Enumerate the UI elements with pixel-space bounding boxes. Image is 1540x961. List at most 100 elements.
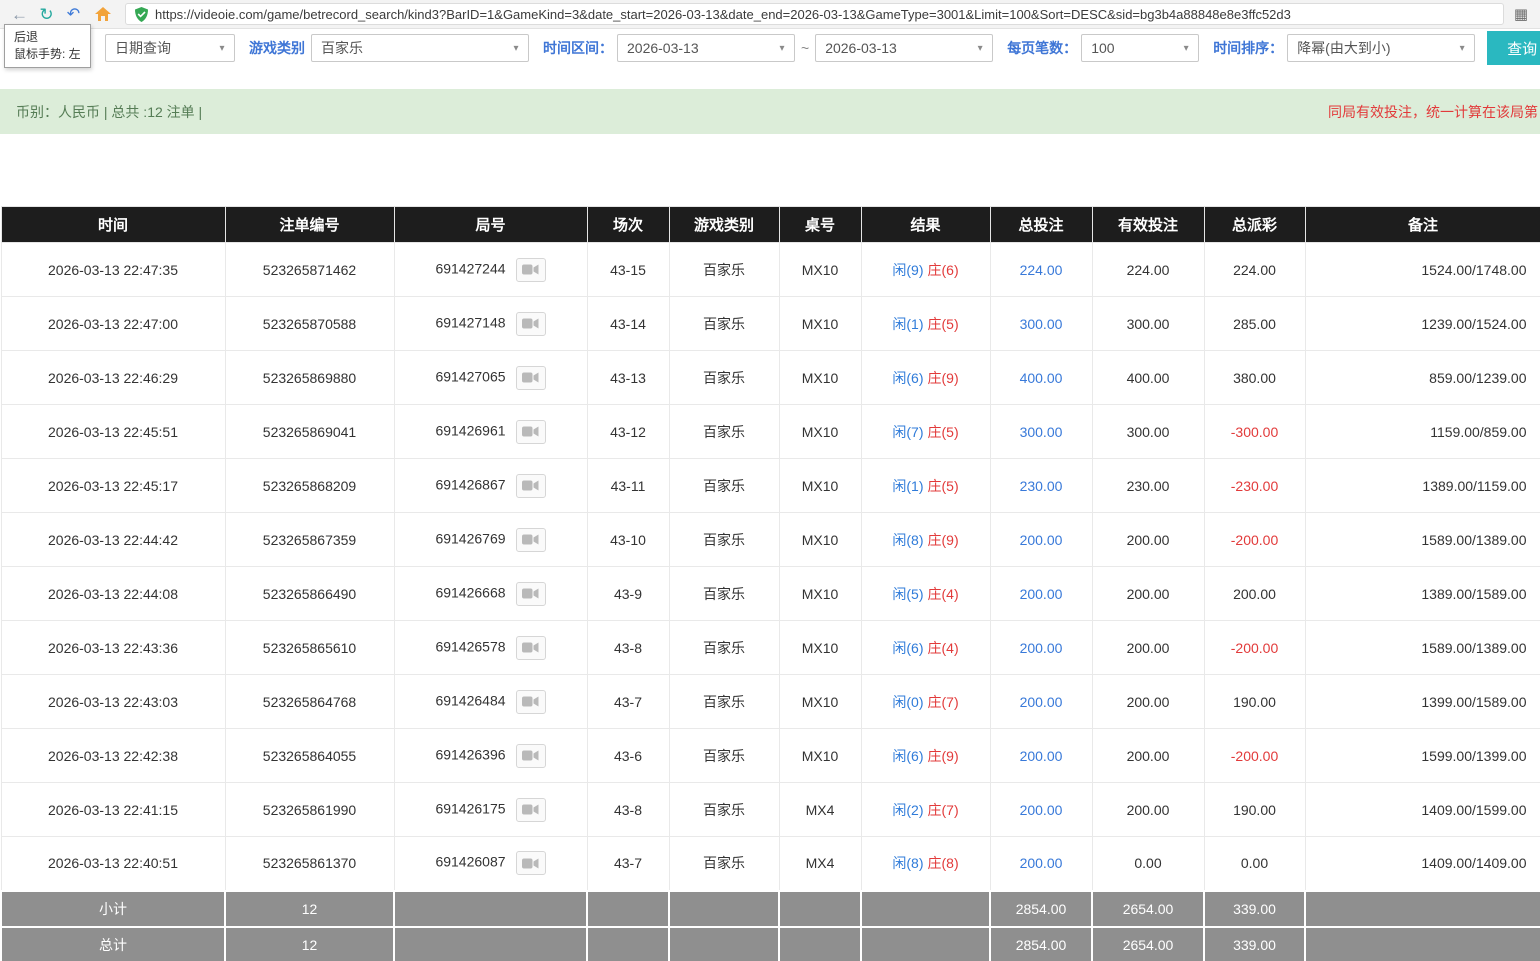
- cell-result: 闲(9)庄(6): [861, 243, 990, 297]
- home-button[interactable]: [95, 7, 111, 21]
- round-number: 691427148: [435, 314, 505, 330]
- table-row: 2026-03-13 22:47:35 523265871462 6914272…: [1, 243, 1540, 297]
- total-count: 12: [225, 927, 394, 961]
- cell-round-id: 691426961: [394, 405, 587, 459]
- cell-time: 2026-03-13 22:40:51: [1, 837, 225, 891]
- round-number: 691426867: [435, 476, 505, 492]
- cell-table-no: MX10: [779, 621, 861, 675]
- table-row: 2026-03-13 22:40:51 523265861370 6914260…: [1, 837, 1540, 891]
- video-replay-button[interactable]: [516, 366, 546, 390]
- cell-table-no: MX10: [779, 405, 861, 459]
- cell-total-bet: 300.00: [990, 405, 1092, 459]
- result-player: 闲(2): [892, 802, 923, 818]
- cell-session: 43-7: [587, 675, 669, 729]
- home-icon: [95, 7, 111, 21]
- cell-result: 闲(1)庄(5): [861, 297, 990, 351]
- table-row: 2026-03-13 22:45:17 523265868209 6914268…: [1, 459, 1540, 513]
- cell-remark: 859.00/1239.00: [1305, 351, 1540, 405]
- video-replay-button[interactable]: [516, 474, 546, 498]
- cell-session: 43-15: [587, 243, 669, 297]
- range-separator: ~: [801, 40, 809, 56]
- cell-bet-id: 523265861990: [225, 783, 394, 837]
- cell-game-type: 百家乐: [669, 837, 779, 891]
- cell-result: 闲(1)庄(5): [861, 459, 990, 513]
- sort-select[interactable]: 降幂(由大到小) ▾: [1287, 34, 1475, 62]
- cell-round-id: 691426087: [394, 837, 587, 891]
- video-camera-icon: [522, 533, 539, 546]
- cell-bet-id: 523265864055: [225, 729, 394, 783]
- cell-total-bet: 200.00: [990, 837, 1092, 891]
- cell-payout: 224.00: [1204, 243, 1305, 297]
- video-replay-button[interactable]: [516, 528, 546, 552]
- game-type-value: 百家乐: [321, 38, 363, 58]
- gesture-tooltip: 后退 鼠标手势: 左: [4, 24, 91, 68]
- sort-label: 时间排序：: [1213, 38, 1283, 58]
- video-camera-icon: [522, 317, 539, 330]
- total-empty: [861, 927, 990, 961]
- cell-total-bet: 300.00: [990, 297, 1092, 351]
- date-query-select[interactable]: 日期查询 ▾: [105, 34, 235, 62]
- page-size-label: 每页笔数：: [1007, 38, 1077, 58]
- result-banker: 庄(5): [928, 478, 959, 494]
- page-size-select[interactable]: 100 ▾: [1081, 34, 1199, 62]
- chevron-down-icon: ▾: [968, 43, 992, 54]
- total-total-bet: 2854.00: [990, 927, 1092, 961]
- subtotal-valid-bet: 2654.00: [1092, 891, 1204, 927]
- date-end-value: 2026-03-13: [825, 40, 897, 56]
- result-player: 闲(6): [892, 640, 923, 656]
- table-body: 2026-03-13 22:47:35 523265871462 6914272…: [1, 243, 1540, 891]
- video-replay-button[interactable]: [516, 798, 546, 822]
- subtotal-empty: [1305, 891, 1540, 927]
- address-bar[interactable]: https://videoie.com/game/betrecord_searc…: [125, 3, 1504, 25]
- video-replay-button[interactable]: [516, 744, 546, 768]
- total-valid-bet: 2654.00: [1092, 927, 1204, 961]
- cell-round-id: 691426578: [394, 621, 587, 675]
- table-header-row: 时间 注单编号 局号 场次 游戏类别 桌号 结果 总投注 有效投注 总派彩 备注: [1, 207, 1540, 243]
- cell-result: 闲(8)庄(8): [861, 837, 990, 891]
- chevron-down-icon: ▾: [1450, 43, 1474, 54]
- total-empty: [779, 927, 861, 961]
- video-replay-button[interactable]: [516, 851, 546, 875]
- cell-round-id: 691427244: [394, 243, 587, 297]
- result-banker: 庄(7): [928, 802, 959, 818]
- apps-grid-icon[interactable]: ▦: [1514, 5, 1528, 23]
- table-row: 2026-03-13 22:43:03 523265864768 6914264…: [1, 675, 1540, 729]
- cell-game-type: 百家乐: [669, 567, 779, 621]
- result-banker: 庄(5): [928, 316, 959, 332]
- video-replay-button[interactable]: [516, 690, 546, 714]
- date-end-select[interactable]: 2026-03-13 ▾: [815, 34, 993, 62]
- date-query-value: 日期查询: [115, 38, 171, 58]
- video-camera-icon: [522, 695, 539, 708]
- cell-remark: 1389.00/1589.00: [1305, 567, 1540, 621]
- col-table-no: 桌号: [779, 207, 861, 243]
- video-replay-button[interactable]: [516, 312, 546, 336]
- search-button[interactable]: 查询: [1487, 31, 1540, 65]
- video-replay-button[interactable]: [516, 582, 546, 606]
- cell-result: 闲(0)庄(7): [861, 675, 990, 729]
- video-replay-button[interactable]: [516, 420, 546, 444]
- cell-time: 2026-03-13 22:43:03: [1, 675, 225, 729]
- video-camera-icon: [522, 803, 539, 816]
- subtotal-label: 小计: [1, 891, 225, 927]
- cell-bet-id: 523265867359: [225, 513, 394, 567]
- cell-game-type: 百家乐: [669, 405, 779, 459]
- date-start-select[interactable]: 2026-03-13 ▾: [617, 34, 795, 62]
- cell-session: 43-6: [587, 729, 669, 783]
- video-replay-button[interactable]: [516, 258, 546, 282]
- game-type-select[interactable]: 百家乐 ▾: [311, 34, 529, 62]
- security-shield-icon: [135, 7, 148, 22]
- valid-bet-notice-text: 同局有效投注，统一计算在该局第: [1328, 102, 1538, 122]
- result-player: 闲(9): [892, 262, 923, 278]
- cell-valid-bet: 200.00: [1092, 513, 1204, 567]
- filter-bar: 日期查询 ▾ 游戏类别 百家乐 ▾ 时间区间： 2026-03-13 ▾ ~ 2…: [0, 29, 1540, 67]
- cell-game-type: 百家乐: [669, 729, 779, 783]
- video-replay-button[interactable]: [516, 636, 546, 660]
- cell-time: 2026-03-13 22:47:35: [1, 243, 225, 297]
- cell-valid-bet: 400.00: [1092, 351, 1204, 405]
- table-row: 2026-03-13 22:43:36 523265865610 6914265…: [1, 621, 1540, 675]
- result-player: 闲(6): [892, 748, 923, 764]
- total-empty: [669, 927, 779, 961]
- summary-bar: 币别：人民币 | 总共 :12 注单 | 同局有效投注，统一计算在该局第: [0, 89, 1540, 134]
- cell-result: 闲(6)庄(9): [861, 351, 990, 405]
- date-start-value: 2026-03-13: [627, 40, 699, 56]
